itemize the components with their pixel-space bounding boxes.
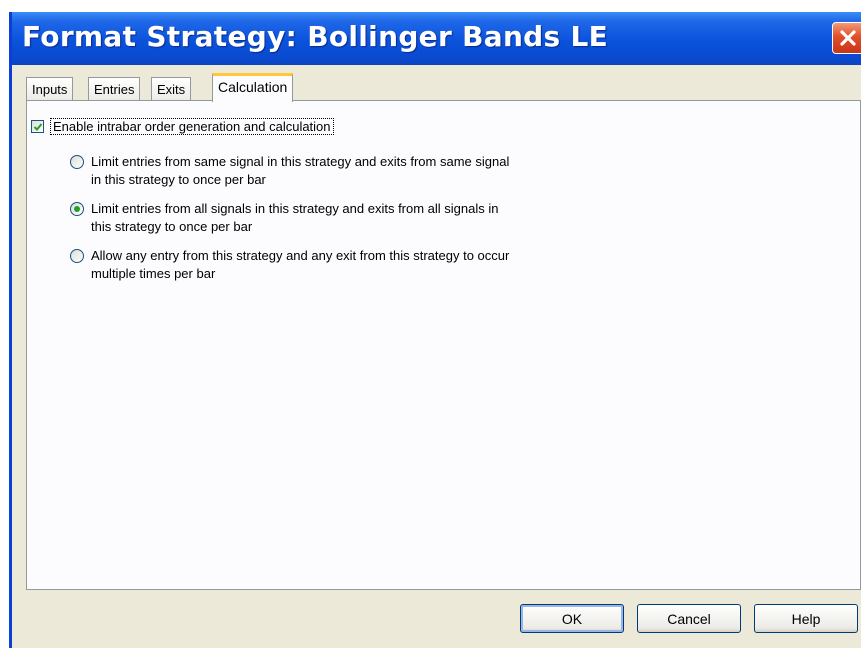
tab-calculation[interactable]: Calculation	[212, 73, 294, 102]
option-all-signals-label: Limit entries from all signals in this s…	[91, 201, 499, 234]
ok-button[interactable]: OK	[520, 604, 624, 633]
enable-intrabar-option[interactable]: Enable intrabar order generation and cal…	[31, 118, 334, 135]
tab-entries[interactable]: Entries	[88, 77, 141, 100]
checkmark-icon	[33, 123, 43, 131]
enable-intrabar-checkbox[interactable]	[31, 120, 44, 133]
title-bar[interactable]: Format Strategy: Bollinger Bands LE	[12, 12, 861, 65]
help-button[interactable]: Help	[754, 604, 858, 633]
option-allow-multiple[interactable]: Allow any entry from this strategy and a…	[70, 247, 511, 283]
option-same-signal-label: Limit entries from same signal in this s…	[91, 154, 510, 187]
close-icon	[840, 30, 856, 46]
enable-intrabar-label: Enable intrabar order generation and cal…	[50, 118, 334, 135]
option-allow-multiple-label: Allow any entry from this strategy and a…	[91, 248, 510, 281]
radio-all-signals[interactable]	[70, 202, 84, 216]
radio-same-signal[interactable]	[70, 155, 84, 169]
cancel-button[interactable]: Cancel	[637, 604, 741, 633]
window-title: Format Strategy: Bollinger Bands LE	[22, 20, 609, 53]
format-strategy-dialog: Format Strategy: Bollinger Bands LE Inpu…	[9, 12, 861, 648]
tab-exits[interactable]: Exits	[151, 77, 192, 100]
close-button[interactable]	[832, 22, 861, 54]
tab-inputs[interactable]: Inputs	[26, 77, 74, 100]
option-same-signal[interactable]: Limit entries from same signal in this s…	[70, 153, 511, 189]
radio-allow-multiple[interactable]	[70, 249, 84, 263]
radio-selected-dot	[74, 206, 80, 212]
option-all-signals[interactable]: Limit entries from all signals in this s…	[70, 200, 511, 236]
